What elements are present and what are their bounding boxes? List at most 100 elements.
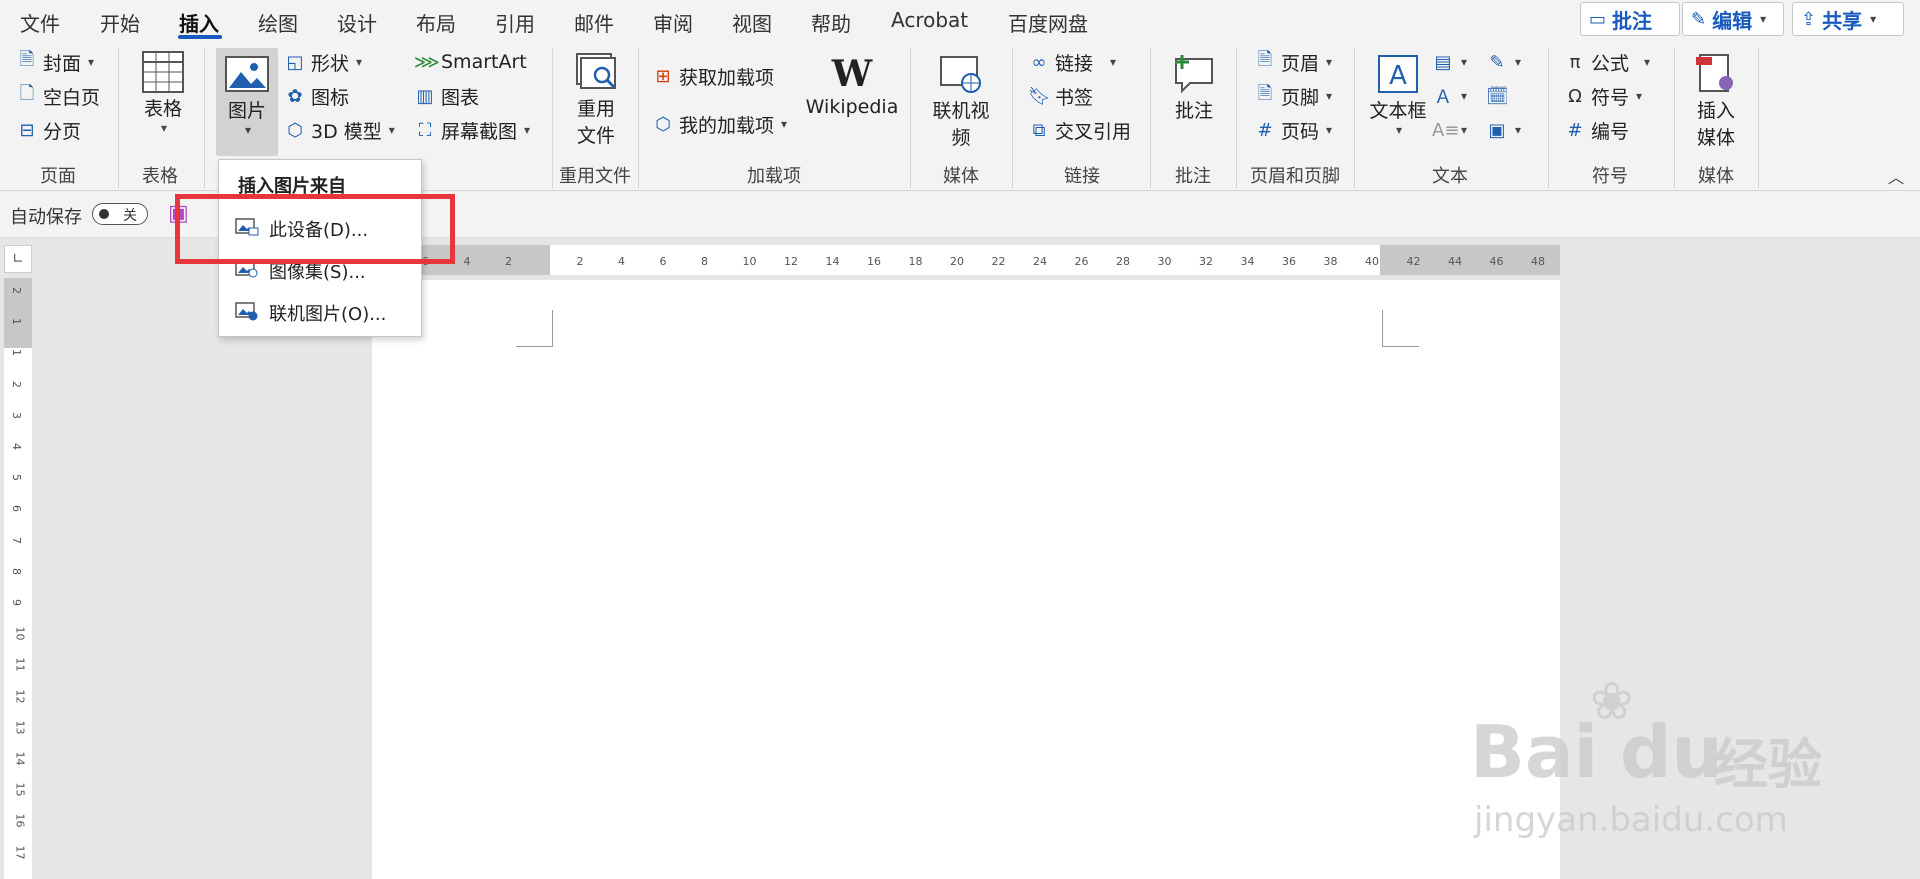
- ruler-tick-label: 30: [1157, 255, 1172, 268]
- autosave-toggle-state: 关: [123, 208, 137, 224]
- group-label-comments: 批注: [1175, 166, 1211, 187]
- 3d-models-button[interactable]: ⬡ 3D 模型 ▾: [284, 116, 395, 144]
- tab-mailings[interactable]: 邮件: [574, 8, 614, 37]
- pi-icon: π: [1569, 51, 1581, 73]
- tab-view[interactable]: 视图: [732, 8, 772, 37]
- tab-baidu-netdisk[interactable]: 百度网盘: [1008, 8, 1088, 37]
- blank-page-button[interactable]: 🗋 空白页: [16, 82, 100, 110]
- ruler-tick-label: 7: [10, 536, 23, 544]
- reuse-files-icon: [573, 50, 619, 94]
- vertical-ruler[interactable]: 2 1 1 2 3 4 5 6 7 8 9 10 11 12 13 14 15 16 17: [4, 278, 32, 879]
- tab-draw[interactable]: 绘图: [258, 8, 298, 37]
- paw-icon: ❀: [1590, 672, 1634, 732]
- group-label-media: 媒体: [943, 166, 979, 187]
- chevron-down-icon: ▾: [160, 121, 168, 135]
- table-icon: [140, 50, 186, 94]
- icons-button[interactable]: ✿ 图标: [284, 82, 349, 110]
- share-button[interactable]: ⇪ 共享 ▾: [1792, 2, 1904, 36]
- pictures-button[interactable]: 图片 ▾: [221, 52, 273, 137]
- watermark-brand-jingyan: 经验: [1714, 733, 1822, 796]
- insert-media-icon: [1693, 52, 1739, 96]
- margin-corner-mark: [516, 310, 553, 347]
- number-button[interactable]: # 编号: [1564, 116, 1629, 144]
- footer-button[interactable]: 🗎 页脚 ▾: [1254, 82, 1332, 110]
- tab-help[interactable]: 帮助: [811, 8, 851, 37]
- autosave-toggle[interactable]: 关: [92, 203, 148, 225]
- tab-references[interactable]: 引用: [495, 8, 535, 37]
- object-button[interactable]: ▣ ▾: [1486, 116, 1521, 144]
- wordart-button[interactable]: Ａ ▾: [1432, 82, 1467, 110]
- tab-design[interactable]: 设计: [337, 8, 377, 37]
- page-break-icon: ⊟: [19, 119, 35, 141]
- insert-media-button[interactable]: 插入 媒体: [1690, 52, 1742, 150]
- tab-selector[interactable]: ∟: [4, 245, 32, 273]
- ruler-tick-label: 42: [1406, 255, 1421, 268]
- group-label-header-footer: 页眉和页脚: [1250, 166, 1340, 187]
- ruler-tick-label: 20: [950, 255, 964, 268]
- document-page[interactable]: [372, 280, 1560, 879]
- screenshot-button[interactable]: ⛶ 屏幕截图 ▾: [414, 116, 530, 144]
- get-add-ins-button[interactable]: ⊞ 获取加载项: [652, 62, 774, 90]
- online-video-button[interactable]: 联机视频: [924, 52, 998, 150]
- equation-button[interactable]: π 公式 ▾: [1564, 48, 1650, 76]
- tab-review[interactable]: 审阅: [653, 8, 693, 37]
- tab-insert[interactable]: 插入: [179, 8, 219, 37]
- ruler-tick-label: 13: [13, 720, 27, 735]
- signature-line-button[interactable]: ✎ ▾: [1486, 48, 1521, 76]
- chevron-down-icon: ▾: [1395, 123, 1403, 137]
- cover-page-button[interactable]: 🗎 封面 ▾: [16, 48, 94, 76]
- menu-item-online-pictures[interactable]: 联机图片(O)...: [235, 298, 386, 328]
- tab-home[interactable]: 开始: [100, 8, 140, 37]
- reuse-files-button[interactable]: 重用 文件: [570, 50, 622, 148]
- ruler-tick-label: 8: [701, 255, 708, 268]
- bookmark-button[interactable]: 🔖︎ 书签: [1028, 82, 1093, 110]
- wikipedia-button[interactable]: W Wikipedia: [806, 52, 899, 118]
- margin-corner-mark: [1382, 310, 1419, 347]
- chevron-down-icon: ▾: [1326, 55, 1333, 69]
- ruler-tick-label: 34: [1240, 255, 1255, 268]
- chart-button[interactable]: ▥ 图表: [414, 82, 479, 110]
- quick-parts-button[interactable]: ▤ ▾: [1432, 48, 1467, 76]
- page-number-button[interactable]: # 页码 ▾: [1254, 116, 1332, 144]
- chevron-down-icon: ▾: [88, 55, 95, 69]
- page-break-button[interactable]: ⊟ 分页: [16, 116, 81, 144]
- shapes-button[interactable]: ◱ 形状 ▾: [284, 48, 362, 76]
- horizontal-ruler[interactable]: 6 4 2 2 4 6 8 10 12 14 16 18 20 22 24 26 28 30 32 34 36 38 40 4…: [420, 245, 1560, 275]
- ruler-tick-label: 5: [10, 474, 23, 482]
- object-icon: ▣: [1488, 119, 1506, 141]
- text-box-button[interactable]: A 文本框 ▾: [1368, 52, 1428, 137]
- ruler-tick-label: 8: [10, 567, 23, 575]
- ruler-tick-label: 1: [10, 318, 23, 326]
- link-button[interactable]: ∞ 链接 ▾: [1028, 48, 1117, 76]
- ruler-tick-label: 40: [1365, 255, 1379, 268]
- my-add-ins-button[interactable]: ⬡ 我的加载项 ▾: [652, 110, 787, 138]
- group-label-tables: 表格: [142, 166, 178, 187]
- chart-icon: ▥: [416, 85, 434, 107]
- editing-mode-button[interactable]: ✎ 编辑 ▾: [1682, 2, 1784, 36]
- group-separator: [118, 48, 119, 188]
- tab-layout[interactable]: 布局: [416, 8, 456, 37]
- tab-file[interactable]: 文件: [20, 8, 60, 37]
- group-separator: [1354, 48, 1355, 188]
- cross-reference-button[interactable]: ⧉ 交叉引用: [1028, 116, 1131, 144]
- chevron-down-icon: ▾: [1644, 55, 1651, 69]
- header-button[interactable]: 🗎 页眉 ▾: [1254, 48, 1332, 76]
- table-button[interactable]: 表格 ▾: [138, 50, 188, 135]
- date-time-button[interactable]: 🗓︎: [1486, 82, 1509, 110]
- drop-cap-button[interactable]: A≡ ▾: [1432, 116, 1467, 144]
- collapse-ribbon-icon[interactable]: ︿: [1888, 164, 1904, 188]
- ruler-tick-label: 36: [1282, 255, 1296, 268]
- chevron-down-icon: ▾: [781, 117, 788, 131]
- tab-acrobat[interactable]: Acrobat: [891, 8, 968, 32]
- smartart-button[interactable]: ⋙ SmartArt: [414, 48, 527, 76]
- group-label-insert-media: 媒体: [1698, 166, 1734, 187]
- group-separator: [1150, 48, 1151, 188]
- toggle-knob: [99, 209, 109, 219]
- ruler-tick-label: 9: [10, 599, 23, 606]
- new-comment-button[interactable]: 批注: [1168, 52, 1220, 123]
- symbol-button[interactable]: Ω 符号 ▾: [1564, 82, 1642, 110]
- wordart-icon: Ａ: [1434, 87, 1452, 108]
- comments-button[interactable]: ▭ 批注: [1580, 2, 1680, 36]
- new-comment-icon: [1171, 52, 1217, 96]
- group-separator: [910, 48, 911, 188]
